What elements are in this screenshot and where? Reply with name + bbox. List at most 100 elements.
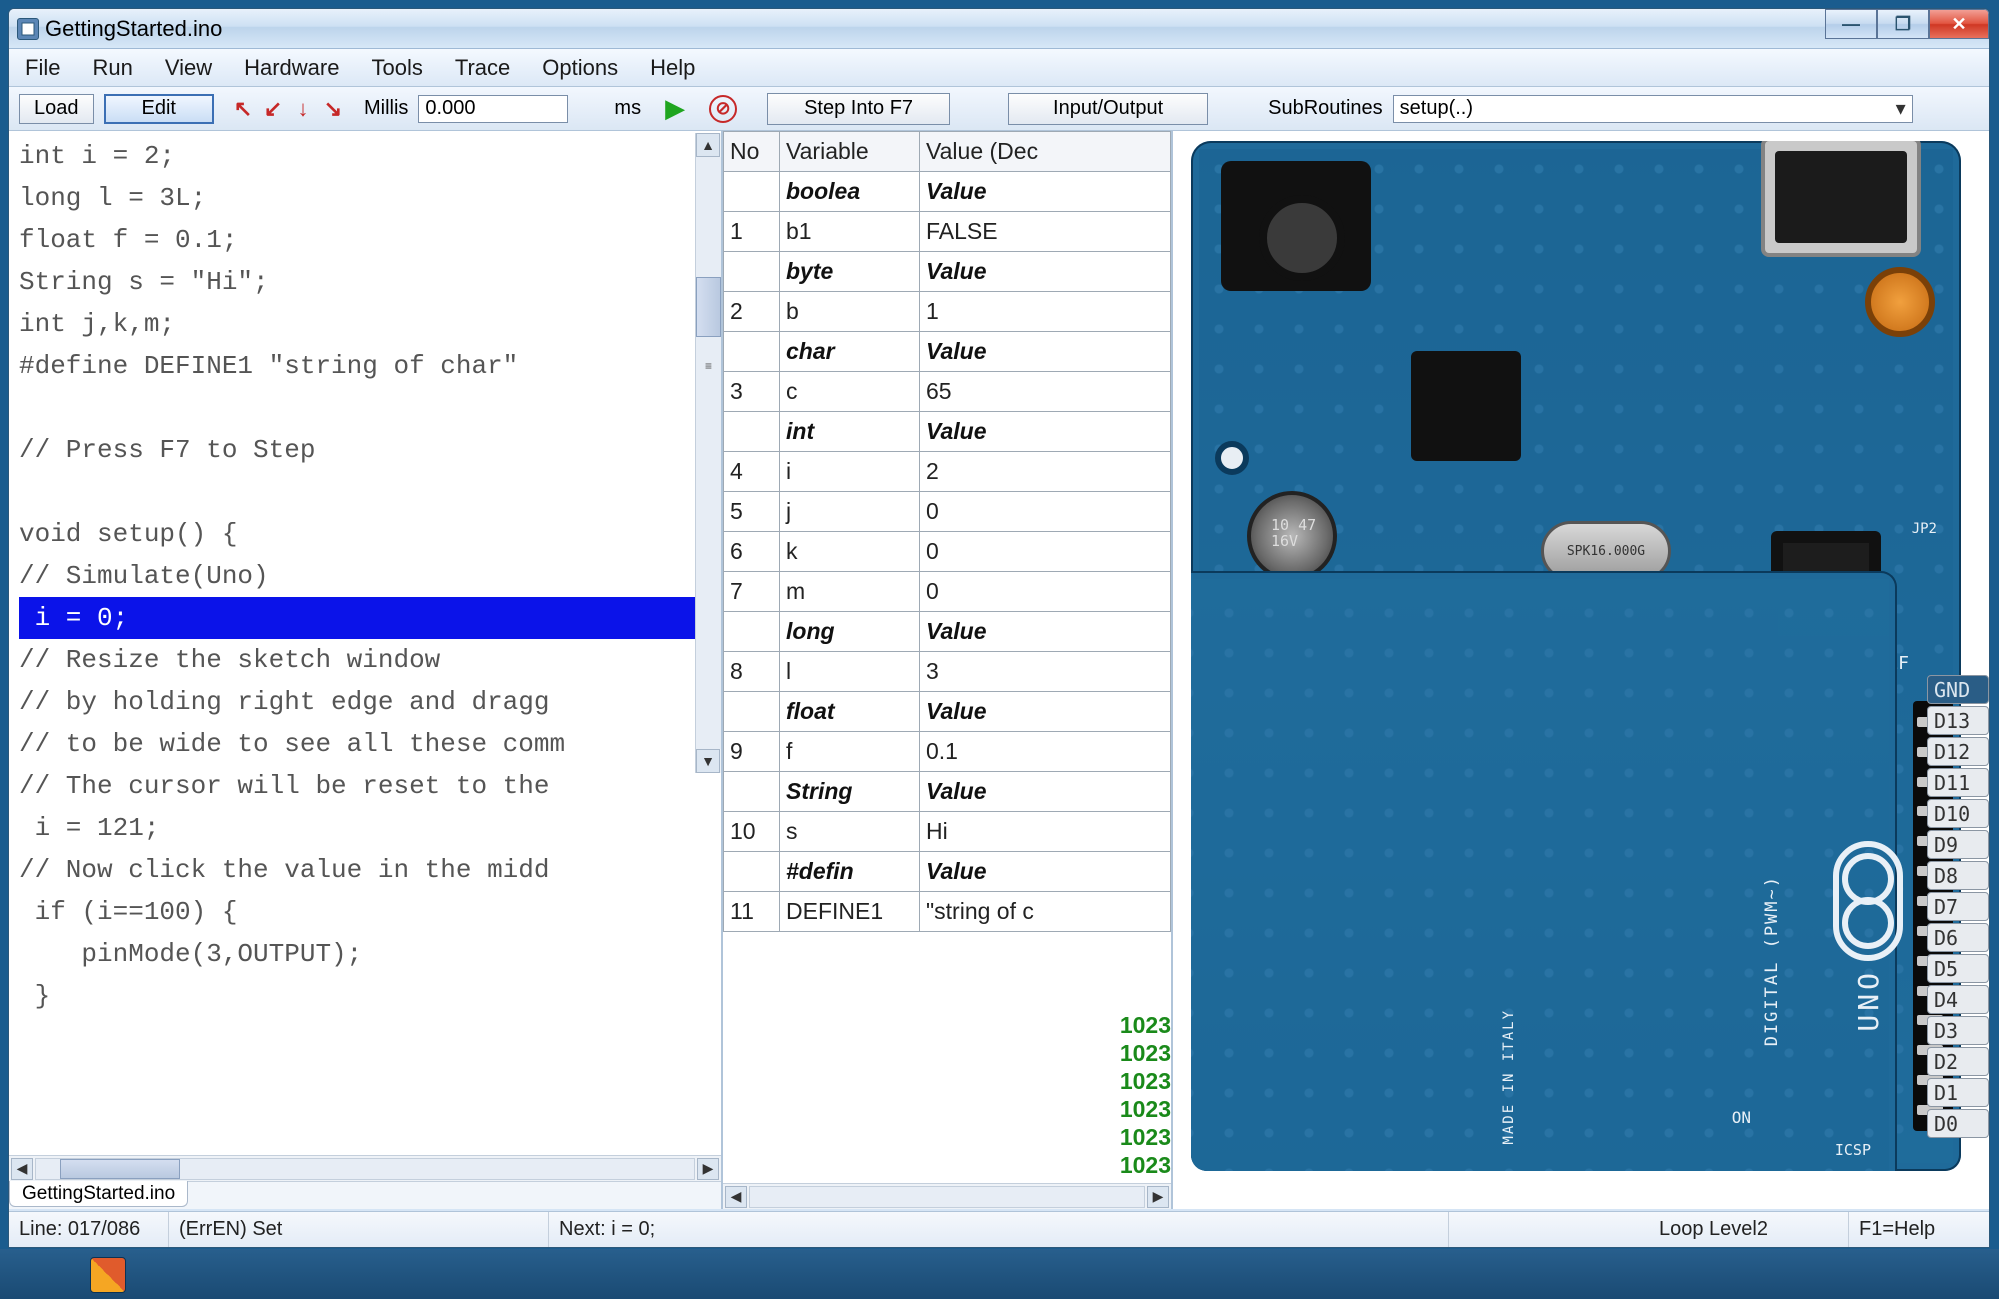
menu-options[interactable]: Options [536,53,624,83]
digital-pin-d13[interactable]: D13 [1927,706,1989,735]
code-line[interactable]: String s = "Hi"; [19,261,721,303]
menu-view[interactable]: View [159,53,218,83]
code-line[interactable]: i = 0; [19,597,721,639]
scroll-thumb[interactable] [696,277,721,337]
menu-trace[interactable]: Trace [449,53,516,83]
digital-pin-d0[interactable]: D0 [1927,1109,1989,1138]
scroll-up-icon[interactable]: ▲ [696,133,720,157]
code-editor[interactable]: int i = 2;long l = 3L;float f = 0.1;Stri… [9,131,721,1155]
digital-pin-d6[interactable]: D6 [1927,923,1989,952]
code-line[interactable]: int i = 2; [19,135,721,177]
arrow-down-icon[interactable]: ↓ [292,98,314,120]
scroll-right-icon[interactable]: ▶ [1147,1186,1169,1208]
scroll-track[interactable] [35,1158,695,1180]
step-into-button[interactable]: Step Into F7 [767,93,950,125]
menu-hardware[interactable]: Hardware [238,53,345,83]
code-line[interactable] [19,387,721,429]
code-line[interactable]: if (i==100) { [19,891,721,933]
col-no[interactable]: No [724,132,780,172]
usb-port[interactable] [1761,141,1921,257]
table-row[interactable]: floatValue [724,692,1171,732]
code-line[interactable] [19,471,721,513]
table-row[interactable]: 2b1 [724,292,1171,332]
menu-help[interactable]: Help [644,53,701,83]
digital-pin-d9[interactable]: D9 [1927,830,1989,859]
table-row[interactable]: 9f0.1 [724,732,1171,772]
digital-pin-d8[interactable]: D8 [1927,861,1989,890]
millis-input[interactable] [418,95,568,123]
table-row[interactable]: 5j0 [724,492,1171,532]
code-line[interactable]: // to be wide to see all these comm [19,723,721,765]
var-value[interactable]: FALSE [920,212,1171,252]
close-button[interactable]: ✕ [1929,9,1989,39]
code-line[interactable]: void setup() { [19,513,721,555]
scroll-thumb[interactable] [60,1159,180,1179]
menu-run[interactable]: Run [86,53,138,83]
os-taskbar[interactable] [0,1249,1999,1299]
table-row[interactable]: byteValue [724,252,1171,292]
menu-file[interactable]: File [19,53,66,83]
code-line[interactable]: // Resize the sketch window [19,639,721,681]
digital-pin-d2[interactable]: D2 [1927,1047,1989,1076]
scroll-track[interactable]: ≡ [696,157,721,749]
code-line[interactable]: i = 121; [19,807,721,849]
code-line[interactable]: long l = 3L; [19,177,721,219]
table-row[interactable]: intValue [724,412,1171,452]
scroll-left-icon[interactable]: ◀ [725,1186,747,1208]
col-variable[interactable]: Variable [780,132,920,172]
digital-pin-d4[interactable]: D4 [1927,985,1989,1014]
table-row[interactable]: 3c65 [724,372,1171,412]
variables-table[interactable]: No Variable Value (Dec booleaValue1b1FAL… [723,131,1171,1183]
code-line[interactable]: // Press F7 to Step [19,429,721,471]
menu-tools[interactable]: Tools [365,53,428,83]
digital-pin-d10[interactable]: D10 [1927,799,1989,828]
edit-button[interactable]: Edit [104,94,214,124]
digital-pin-d1[interactable]: D1 [1927,1078,1989,1107]
digital-pin-gnd[interactable]: GND [1927,675,1989,704]
col-value[interactable]: Value (Dec [920,132,1171,172]
table-row[interactable]: charValue [724,332,1171,372]
arrow-se-icon[interactable]: ↘ [322,98,344,120]
table-row[interactable]: 8l3 [724,652,1171,692]
play-icon[interactable]: ▶ [665,93,685,124]
code-line[interactable]: int j,k,m; [19,303,721,345]
code-tab[interactable]: GettingStarted.ino [9,1181,188,1207]
code-horizontal-scrollbar[interactable]: ◀ ▶ [9,1155,721,1181]
vars-horizontal-scrollbar[interactable]: ◀ ▶ [723,1183,1171,1209]
table-row[interactable]: #definValue [724,852,1171,892]
table-row[interactable]: 10sHi [724,812,1171,852]
var-value[interactable]: 0.1 [920,732,1171,772]
var-value[interactable]: "string of c [920,892,1171,932]
subroutines-select[interactable]: setup(..) [1393,95,1913,123]
code-line[interactable]: // by holding right edge and dragg [19,681,721,723]
scroll-down-icon[interactable]: ▼ [696,749,720,773]
arrow-nw-icon[interactable]: ↖ [232,98,254,120]
table-row[interactable]: 4i2 [724,452,1171,492]
table-row[interactable]: 1b1FALSE [724,212,1171,252]
arduino-board[interactable]: JP2 10 47 16V 10 47 16V SPK16.000G RX TX… [1191,141,1961,1171]
taskbar-app-icon[interactable] [90,1257,126,1293]
var-value[interactable]: 0 [920,492,1171,532]
var-value[interactable]: 0 [920,572,1171,612]
reset-button[interactable] [1865,267,1935,337]
table-row[interactable]: StringValue [724,772,1171,812]
scroll-right-icon[interactable]: ▶ [697,1158,719,1180]
table-row[interactable]: longValue [724,612,1171,652]
table-row[interactable]: 6k0 [724,532,1171,572]
arrow-sw-icon[interactable]: ↙ [262,98,284,120]
table-row[interactable]: booleaValue [724,172,1171,212]
stop-icon[interactable]: ⊘ [709,95,737,123]
code-line[interactable]: float f = 0.1; [19,219,721,261]
digital-pin-d5[interactable]: D5 [1927,954,1989,983]
var-value[interactable]: 65 [920,372,1171,412]
digital-pin-d3[interactable]: D3 [1927,1016,1989,1045]
var-value[interactable]: 0 [920,532,1171,572]
load-button[interactable]: Load [19,94,94,124]
minimize-button[interactable]: — [1825,9,1877,39]
code-line[interactable]: // The cursor will be reset to the [19,765,721,807]
code-line[interactable]: // Simulate(Uno) [19,555,721,597]
code-line[interactable]: // Now click the value in the midd [19,849,721,891]
maximize-button[interactable]: ❐ [1877,9,1929,39]
code-line[interactable]: pinMode(3,OUTPUT); [19,933,721,975]
table-row[interactable]: 7m0 [724,572,1171,612]
